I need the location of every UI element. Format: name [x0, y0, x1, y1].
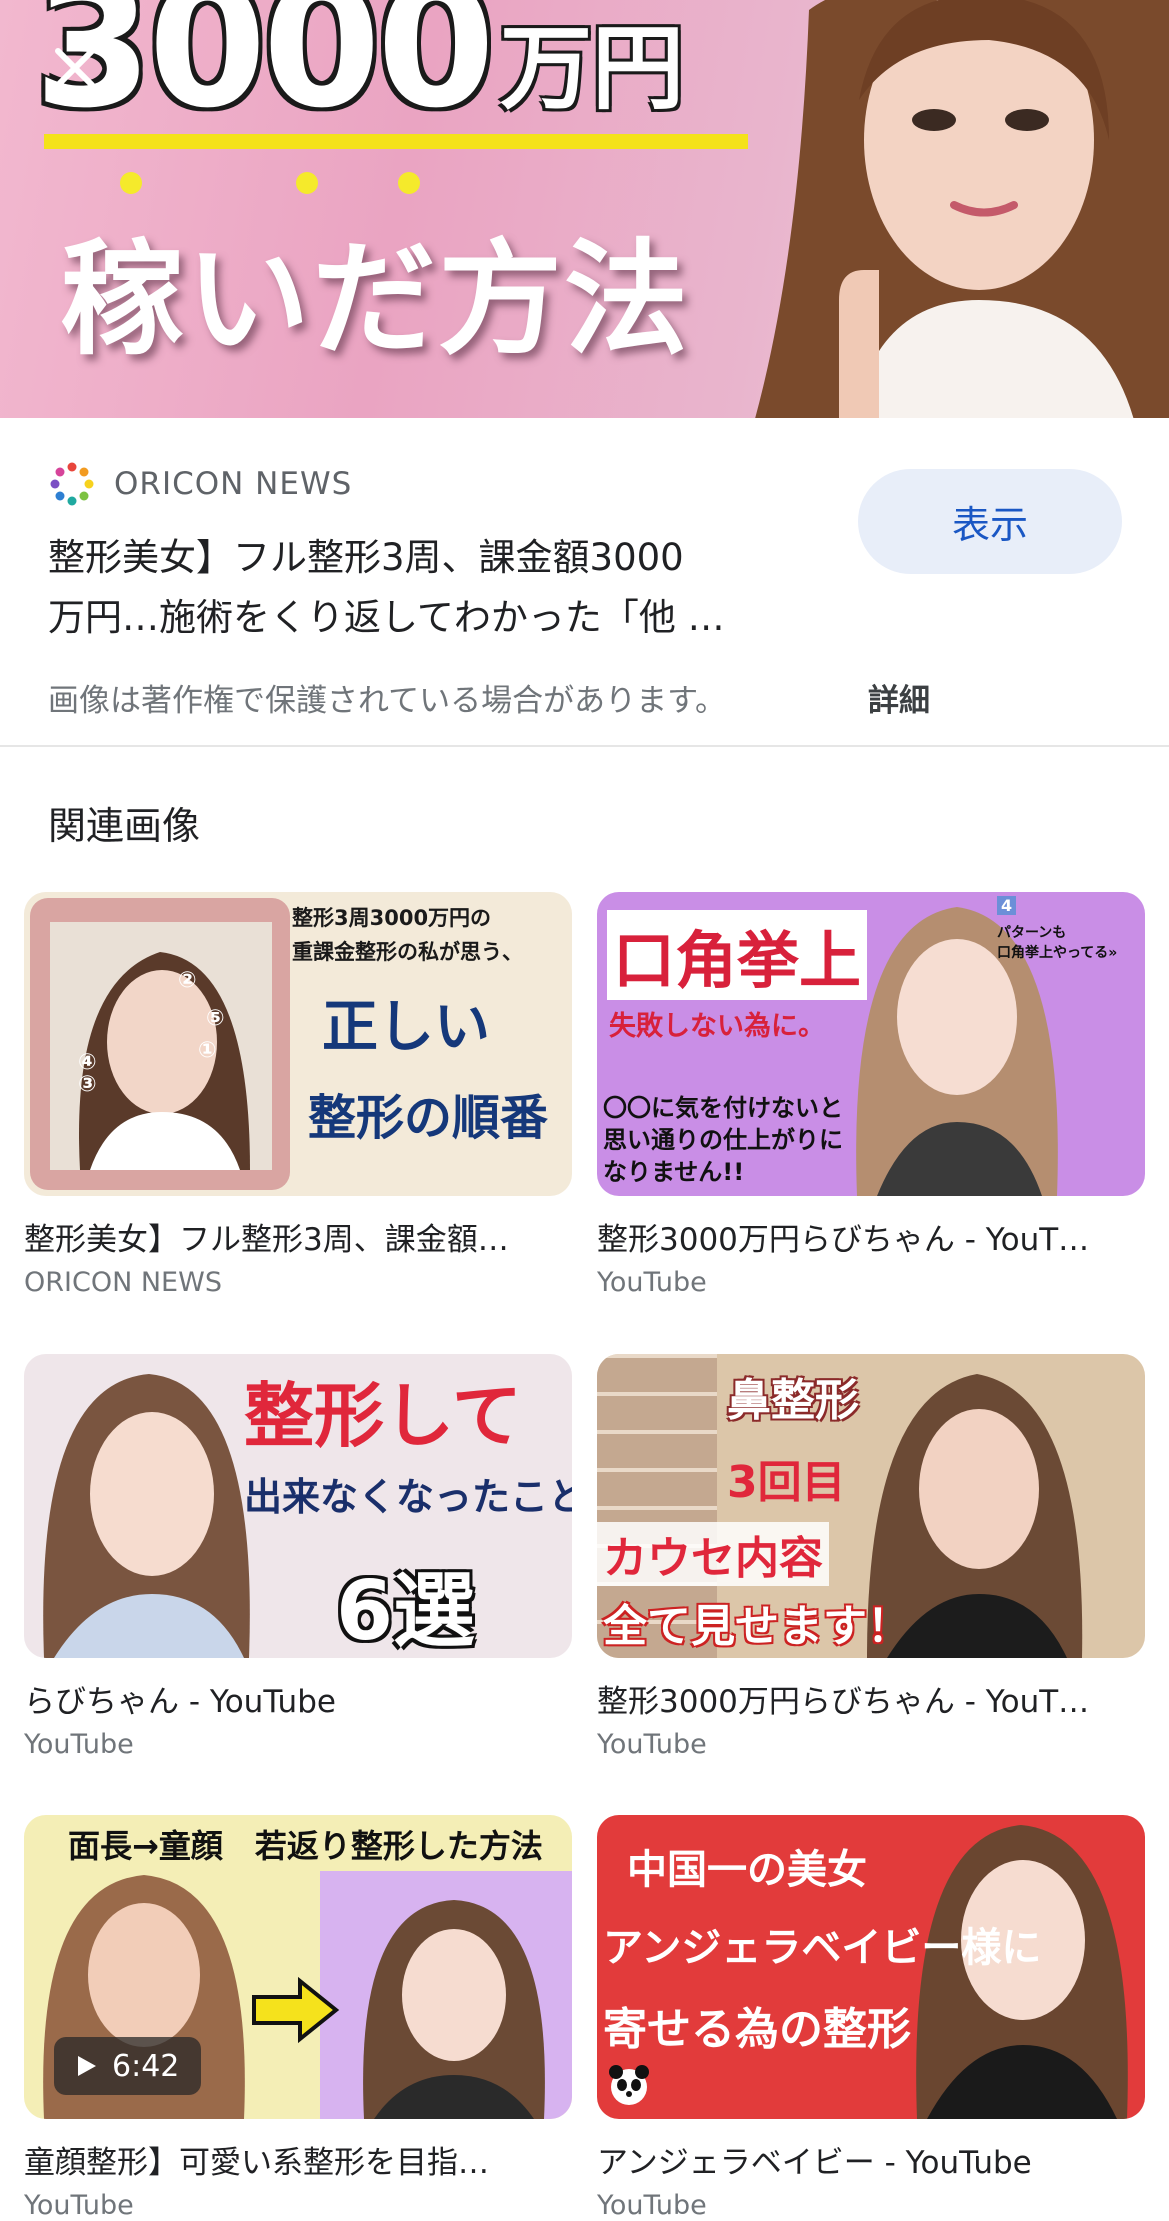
thumb-text: 中国一の美女 — [627, 1847, 867, 1893]
thumbnail[interactable]: 面長→童顔 若返り整形した方法 6:42 — [24, 1815, 572, 2119]
thumbnail[interactable]: 整形して 出来なくなったこと 6選 — [24, 1354, 572, 1658]
hero-amount-unit: 万円 — [500, 15, 685, 122]
thumb-portrait: ② ⑤ ① ④ ③ — [50, 922, 272, 1170]
hero-headline: 稼いだ方法 — [60, 228, 691, 372]
thumb-marker: ① — [198, 1038, 217, 1063]
portrait-illustration — [43, 1374, 250, 1658]
panda-icon — [609, 2065, 649, 2105]
card-source: ORICON NEWS — [24, 1267, 222, 1298]
thumb-text: 3回目 — [727, 1457, 846, 1508]
thumb-text: 6選 — [336, 1564, 476, 1658]
card-title: 整形美女】フル整形3周、課金額… — [24, 1222, 509, 1258]
hero-underline — [44, 134, 748, 149]
hero-person-illustration — [755, 0, 1169, 418]
thumbnail[interactable]: 中国一の美女 アンジェラベイビー様に 寄せる為の整形 — [597, 1815, 1145, 2119]
portrait-illustration — [79, 952, 250, 1170]
thumbnail[interactable]: 鼻整形 3回目 カウセ内容 全て見せます！ — [597, 1354, 1145, 1658]
image-title-line1: 整形美女】フル整形3周、課金額3000 — [48, 536, 684, 579]
thumb-text: 失敗しない為に。 — [609, 1011, 825, 1042]
thumb-marker: ⑤ — [206, 1006, 225, 1031]
thumb-text: 鼻整形 — [727, 1375, 859, 1426]
card-source: YouTube — [597, 1267, 707, 1298]
card-source: YouTube — [24, 1729, 134, 1760]
image-title-line2: 万円…施術をくり返してわかった「他 … — [48, 596, 725, 639]
card-title: 整形3000万円らびちゃん - YouT… — [597, 1222, 1090, 1258]
related-image-card[interactable]: 面長→童顔 若返り整形した方法 6:42 童顔整形】可愛い系整形を目指… You… — [24, 1815, 572, 2221]
related-image-card[interactable]: ② ⑤ ① ④ ③ 整形3周3000万円の 重課金整形の私が思う、 正しい 整形… — [24, 892, 572, 1298]
close-icon — [55, 48, 95, 88]
related-image-card[interactable]: 鼻整形 3回目 カウセ内容 全て見せます！ 整形3000万円らびちゃん - Yo… — [597, 1354, 1145, 1760]
thumb-text: 全て見せます！ — [603, 1601, 911, 1652]
view-button[interactable]: 表示 — [858, 469, 1122, 574]
thumb-marker: ② — [178, 968, 197, 993]
image-title[interactable]: 整形美女】フル整形3周、課金額3000 万円…施術をくり返してわかった「他 … — [48, 528, 828, 648]
hero-dot — [398, 172, 420, 194]
hero-dot — [296, 172, 318, 194]
hero-dot — [120, 172, 142, 194]
related-image-card[interactable]: 整形して 出来なくなったこと 6選 らびちゃん - YouTube YouTub… — [24, 1354, 572, 1760]
thumb-text: 整形の順番 — [308, 1090, 549, 1146]
thumb-text: 寄せる為の整形 — [603, 2004, 911, 2055]
portrait-illustration — [363, 1900, 545, 2119]
thumb-text: 整形3周3000万円の — [292, 906, 492, 930]
thumbnail[interactable]: ② ⑤ ① ④ ③ 整形3周3000万円の 重課金整形の私が思う、 正しい 整形… — [24, 892, 572, 1196]
divider — [0, 745, 1169, 747]
video-duration: 6:42 — [112, 2048, 180, 2084]
card-title: アンジェラベイビー - YouTube — [597, 2145, 1032, 2181]
thumb-text: 口角挙上 — [607, 910, 868, 1000]
details-link[interactable]: 詳細 — [868, 675, 930, 720]
thumb-text: 重課金整形の私が思う、 — [292, 940, 523, 964]
card-source: YouTube — [24, 2190, 134, 2221]
thumb-text: 口角挙上やってる» — [997, 945, 1118, 961]
thumb-text: 面長→童顔 若返り整形した方法 — [68, 1827, 543, 1865]
copyright-notice: 画像は著作権で保護されている場合があります。 — [48, 683, 726, 719]
card-source: YouTube — [597, 2190, 707, 2221]
play-icon — [78, 2056, 96, 2076]
thumb-text: アンジェラベイビー様に — [603, 1925, 1042, 1971]
card-source: YouTube — [597, 1729, 707, 1760]
thumb-marker: ③ — [78, 1072, 97, 1097]
thumb-text: 〇〇に気を付けないと — [603, 1094, 843, 1122]
thumb-text: なりません!! — [603, 1158, 745, 1186]
source-name: ORICON NEWS — [114, 466, 353, 502]
card-title: 童顔整形】可愛い系整形を目指… — [24, 2145, 489, 2181]
arrow-right-icon — [252, 1976, 340, 2044]
hero-image: 3000 万円 稼いだ方法 — [0, 0, 1169, 418]
thumb-text: 整形して — [244, 1375, 522, 1457]
thumb-text: パターンも — [997, 925, 1067, 941]
thumb-text: 思い通りの仕上がりに — [603, 1126, 843, 1154]
thumb-text: 4 — [997, 896, 1017, 915]
related-images-heading: 関連画像 — [48, 804, 201, 848]
close-button[interactable] — [30, 38, 120, 98]
related-image-card[interactable]: 口角挙上 失敗しない為に。 〇〇に気を付けないと 思い通りの仕上がりに なりませ… — [597, 892, 1145, 1298]
thumbnail[interactable]: 口角挙上 失敗しない為に。 〇〇に気を付けないと 思い通りの仕上がりに なりませ… — [597, 892, 1145, 1196]
oricon-logo-icon — [50, 462, 94, 506]
thumb-text: 正しい — [322, 995, 490, 1060]
video-duration-badge: 6:42 — [54, 2037, 202, 2095]
source-row[interactable]: ORICON NEWS — [50, 462, 352, 506]
thumb-text: 出来なくなったこと — [244, 1475, 572, 1519]
related-image-card[interactable]: 中国一の美女 アンジェラベイビー様に 寄せる為の整形 アンジェラベイビー - Y… — [597, 1815, 1145, 2221]
card-title: 整形3000万円らびちゃん - YouT… — [597, 1684, 1090, 1720]
thumb-text: カウセ内容 — [597, 1522, 829, 1586]
card-title: らびちゃん - YouTube — [24, 1684, 336, 1720]
